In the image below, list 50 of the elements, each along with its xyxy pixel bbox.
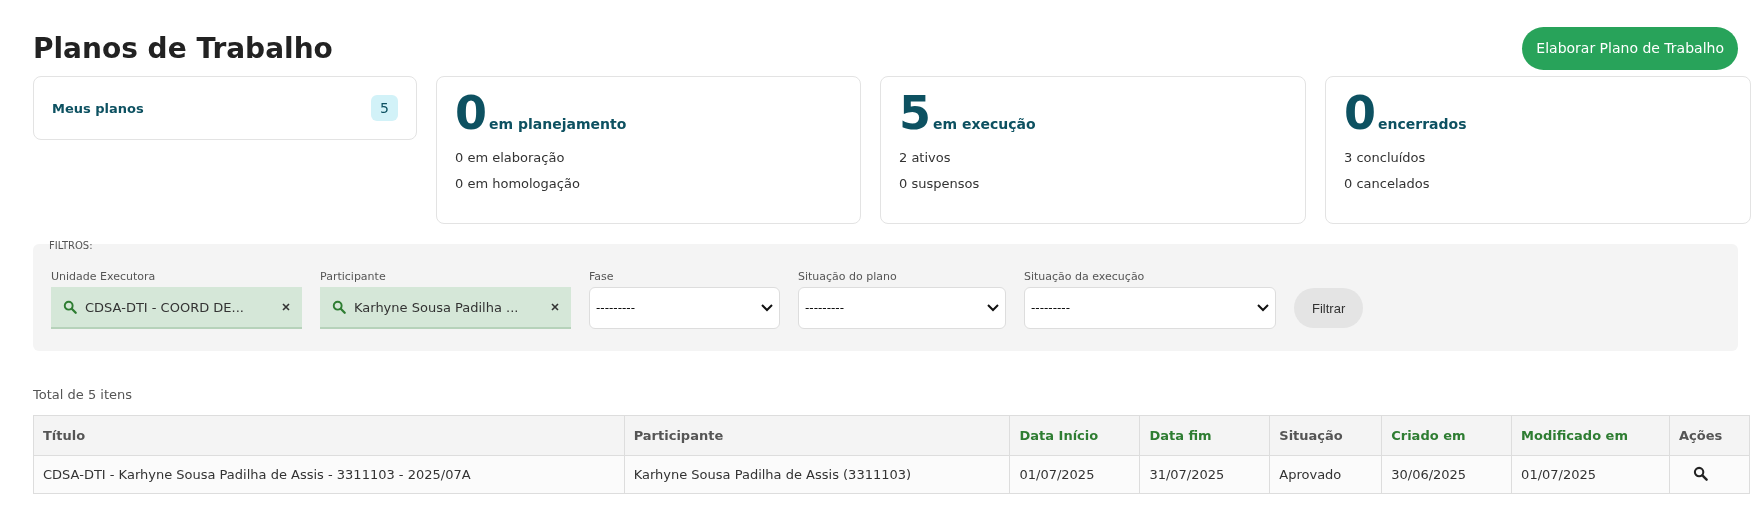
select-field[interactable]: ---------	[589, 287, 780, 329]
summary-number: 0	[1344, 87, 1376, 139]
summary-label: em planejamento	[489, 116, 627, 132]
chevron-down-icon	[987, 304, 999, 312]
sortable-column-header[interactable]: Criado em	[1381, 415, 1512, 456]
chevron-down-icon	[1257, 304, 1269, 312]
sortable-column-header[interactable]: Data fim	[1139, 415, 1270, 456]
autocomplete-field[interactable]: CDSA-DTI - COORD DE...	[51, 287, 302, 329]
column-header: Título	[33, 415, 625, 456]
table-cell: 01/07/2025	[1009, 455, 1140, 494]
summary-label: encerrados	[1378, 116, 1467, 132]
summary-detail: 2 ativos	[899, 150, 952, 165]
page-title: Planos de Trabalho	[33, 31, 333, 65]
table-cell: Aprovado	[1269, 455, 1382, 494]
filter-legend: FILTROS:	[49, 240, 93, 251]
count-badge: 5	[371, 95, 398, 121]
select-field[interactable]: ---------	[1024, 287, 1276, 329]
column-header: Participante	[624, 415, 1010, 456]
summary-label: em execução	[933, 116, 1036, 132]
summary-detail: 3 concluídos	[1344, 150, 1427, 165]
column-header: Situação	[1269, 415, 1382, 456]
summary-detail: 0 suspensos	[899, 176, 981, 191]
field-label: Situação da execução	[1024, 270, 1146, 283]
summary-detail: 0 cancelados	[1344, 176, 1431, 191]
summary-number: 5	[899, 87, 931, 139]
column-header: Ações	[1669, 415, 1750, 456]
total-count: Total de 5 itens	[33, 387, 133, 404]
sortable-column-header[interactable]: Data Início	[1009, 415, 1140, 456]
table-cell: 31/07/2025	[1139, 455, 1270, 494]
select-field[interactable]: ---------	[798, 287, 1006, 329]
filter-button[interactable]: Filtrar	[1294, 288, 1364, 328]
close-icon[interactable]	[551, 303, 559, 311]
close-icon[interactable]	[282, 303, 290, 311]
table-cell: 01/07/2025	[1511, 455, 1670, 494]
summary-detail: 0 em homologação	[455, 176, 581, 191]
summary-number: 0	[455, 87, 487, 139]
field-label: Fase	[589, 270, 615, 283]
sortable-column-header[interactable]: Modificado em	[1511, 415, 1670, 456]
autocomplete-field[interactable]: Karhyne Sousa Padilha ...	[320, 287, 571, 329]
table-cell: CDSA-DTI - Karhyne Sousa Padilha de Assis - 3311103 - 2025/07A	[33, 455, 625, 494]
field-label: Unidade Executora	[51, 270, 157, 283]
search-icon[interactable]	[1692, 465, 1708, 481]
table-cell: Karhyne Sousa Padilha de Assis (3311103)	[624, 455, 1010, 494]
my-plans-link[interactable]: Meus planos	[52, 100, 144, 116]
field-label: Participante	[320, 270, 387, 283]
chevron-down-icon	[761, 304, 773, 312]
field-label: Situação do plano	[798, 270, 898, 283]
summary-detail: 0 em elaboração	[455, 150, 566, 165]
table-cell: 30/06/2025	[1381, 455, 1512, 494]
my-plans-card[interactable]: Meus planos 5	[33, 76, 417, 140]
